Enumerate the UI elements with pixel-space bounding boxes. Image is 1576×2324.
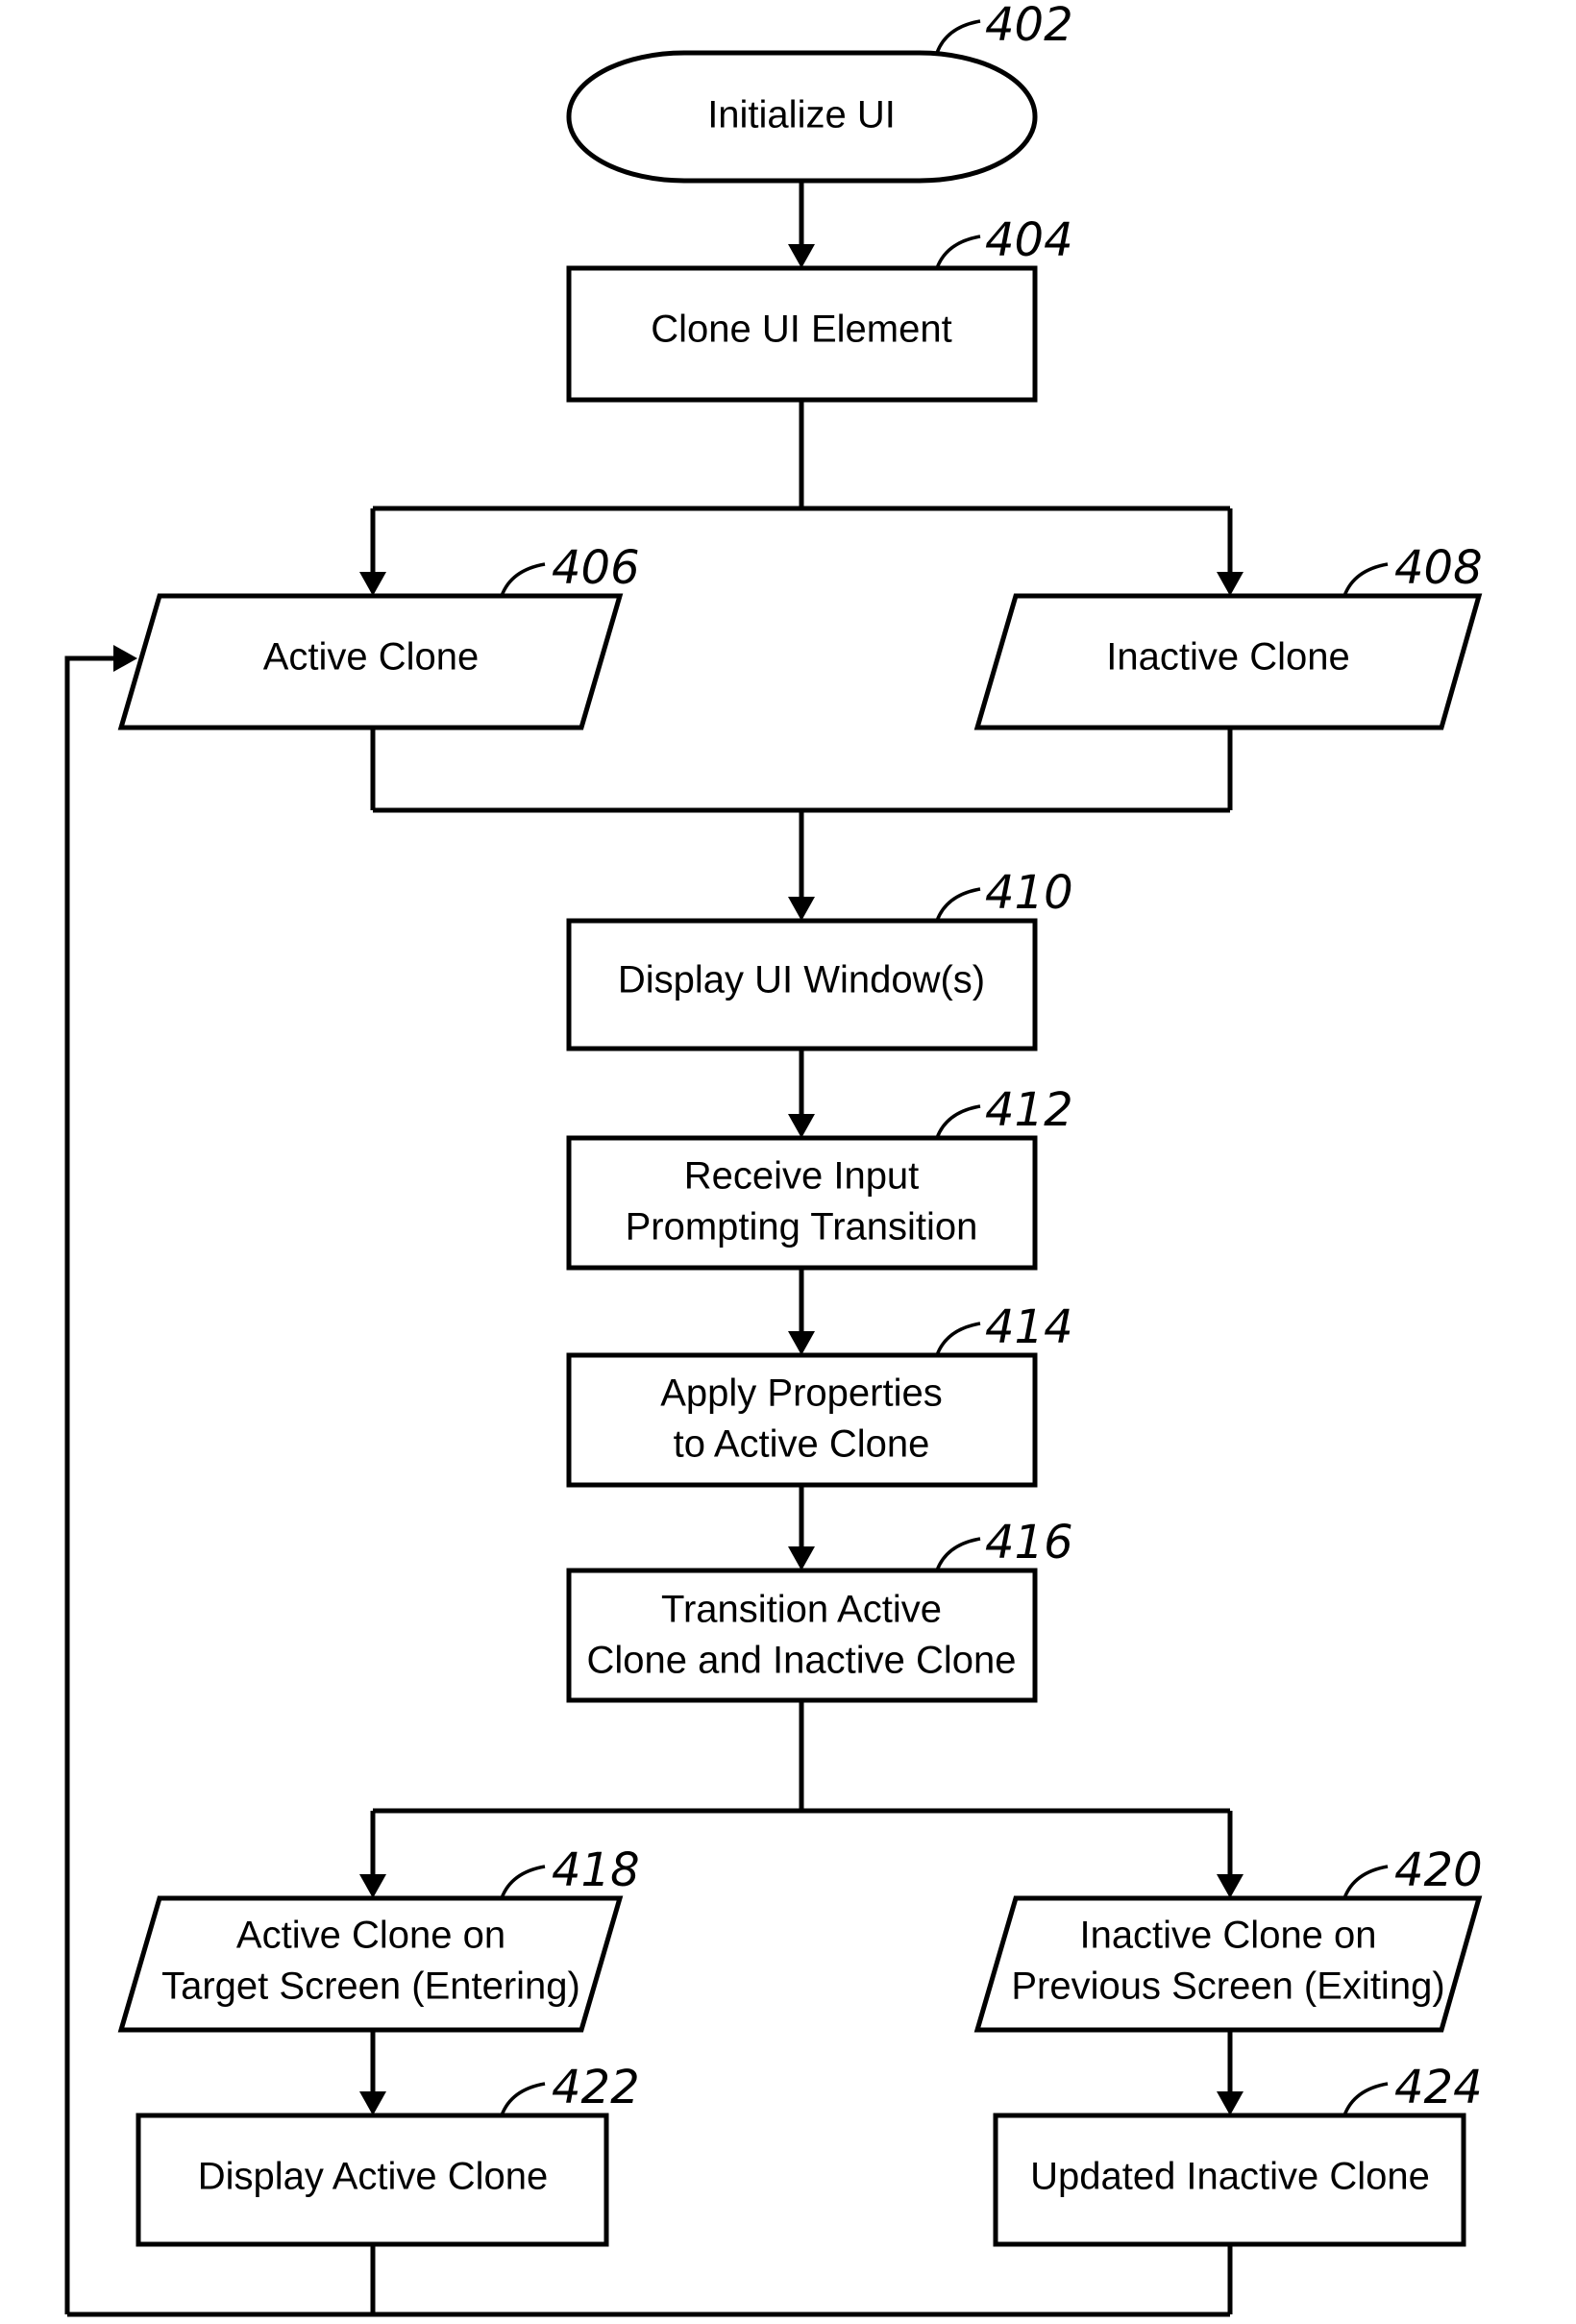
edge-406-408-merge [370,728,1233,904]
node-410: Display UI Window(s) [566,918,1038,1051]
node-404: Clone UI Element [566,265,1038,403]
ref-numeral: 408 [1394,541,1483,595]
node-422: Display Active Clone [135,2113,609,2247]
node-label: Initialize UI [707,94,896,136]
ref-numeral: 404 [985,213,1073,267]
arrowhead-icon [788,244,815,268]
arrowhead-icon [1217,572,1244,596]
node-label: to Active Clone [674,1423,930,1466]
arrowhead-icon [113,645,137,672]
ref-numeral: 422 [552,2061,640,2114]
ref-numeral: 420 [1394,1843,1483,1897]
arrowhead-icon [359,1874,386,1898]
ref-numeral: 406 [552,541,640,595]
ref-numeral: 410 [985,866,1073,920]
node-416: Transition Active Clone and Inactive Clo… [566,1568,1038,1703]
arrowhead-icon [788,1546,815,1570]
ref-numeral: 412 [985,1083,1073,1137]
edge-416-split [370,1700,1233,1882]
node-label: Updated Inactive Clone [1030,2156,1430,2198]
ref-numeral: 416 [985,1516,1073,1570]
node-418: Active Clone on Target Screen (Entering) [117,1895,624,2033]
arrowhead-icon [359,2091,386,2115]
node-420: Inactive Clone on Previous Screen (Exiti… [973,1895,1483,2033]
ref-numeral: 424 [1394,2061,1483,2114]
node-424: Updated Inactive Clone [993,2113,1466,2247]
node-label: Transition Active [661,1589,942,1631]
arrowhead-icon [788,897,815,921]
node-408: Inactive Clone [973,593,1483,730]
arrowhead-icon [1217,1874,1244,1898]
node-label: Active Clone [263,636,480,679]
node-412: Receive Input Prompting Transition [566,1135,1038,1271]
arrowhead-icon [788,1331,815,1355]
arrowhead-icon [359,572,386,596]
flowchart: Initialize UI Clone UI Element Active Cl… [64,0,1483,2317]
node-label: Target Screen (Entering) [161,1966,580,2008]
node-label: Previous Screen (Exiting) [1011,1966,1444,2008]
node-label: Display Active Clone [198,2156,549,2198]
edge-404-split [370,400,1233,580]
node-label: Inactive Clone [1106,636,1349,679]
node-label: Inactive Clone on [1079,1915,1376,1957]
node-label: Clone and Inactive Clone [587,1640,1017,1682]
node-414: Apply Properties to Active Clone [566,1352,1038,1488]
node-label: Active Clone on [236,1915,505,1957]
arrowhead-icon [788,1114,815,1138]
node-label: Apply Properties [660,1372,942,1415]
ref-numeral: 418 [552,1843,640,1897]
ref-numeral: 402 [985,0,1073,52]
node-402: Initialize UI [566,50,1038,184]
node-label: Receive Input [684,1155,920,1198]
node-406: Active Clone [117,593,624,730]
node-label: Clone UI Element [651,309,951,351]
arrowhead-icon [1217,2091,1244,2115]
ref-numeral: 414 [985,1300,1073,1354]
node-label: Prompting Transition [626,1206,978,1249]
node-label: Display UI Window(s) [618,959,985,1001]
